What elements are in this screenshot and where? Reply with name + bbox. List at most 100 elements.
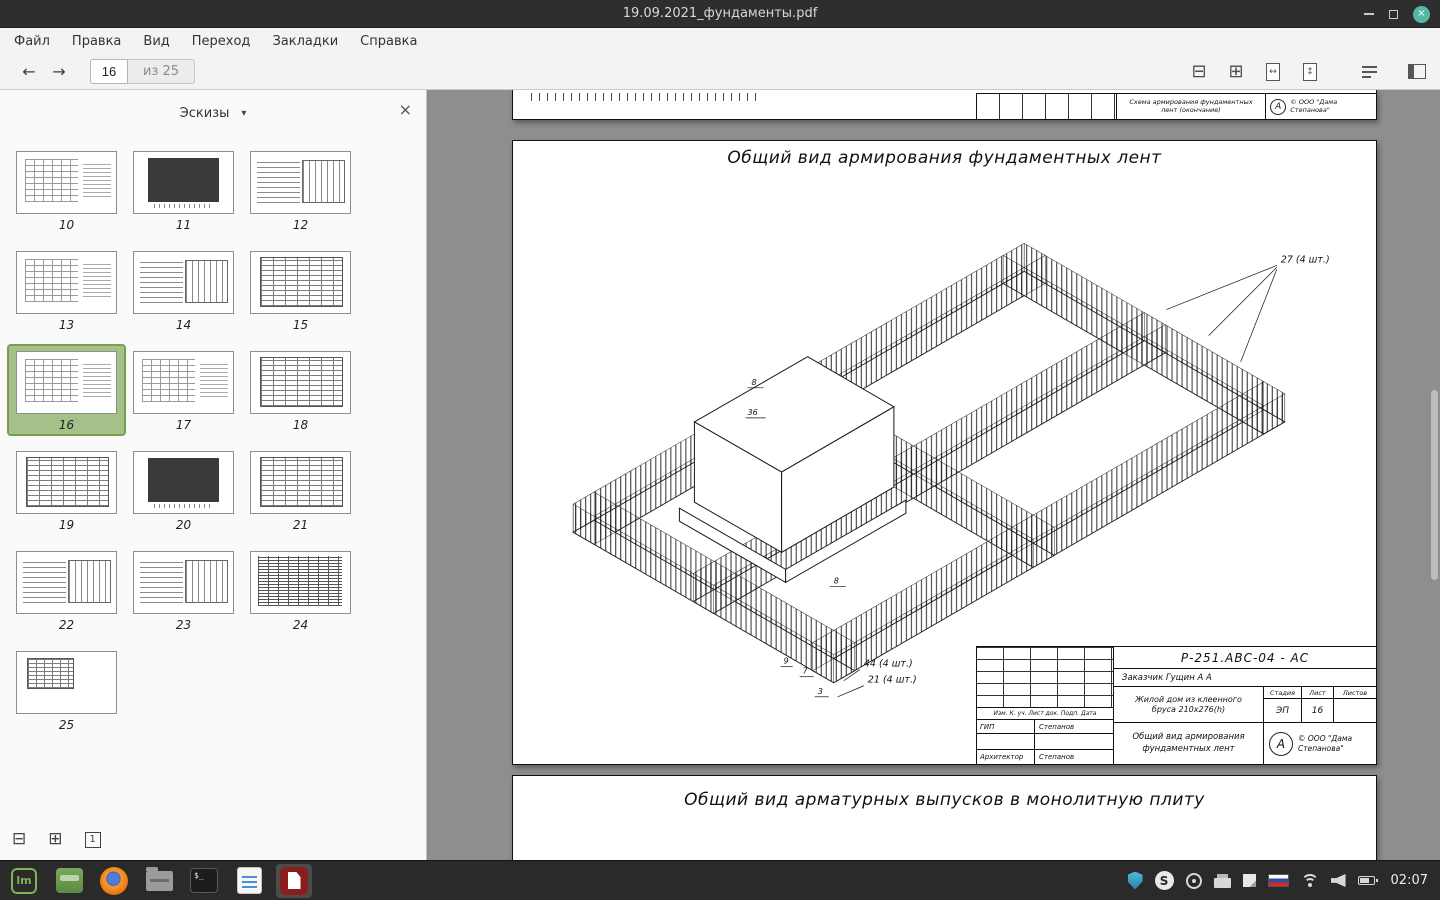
thumb-zoom-in-button[interactable]: ⊞ [48,831,62,848]
thumbnail-page-number: 14 [175,318,192,332]
text-editor-launcher[interactable] [231,864,267,898]
thumbnail-image[interactable] [250,351,351,414]
thumb-zoom-out-button[interactable]: ⊟ [12,831,26,848]
document-number: Р-251.АВС-04 - АС [1114,647,1376,669]
thumbnail-image[interactable] [16,251,117,314]
menu-view[interactable]: Вид [132,28,180,54]
wifi-icon[interactable] [1300,874,1319,887]
zoom-in-button[interactable]: ⊞ [1224,60,1248,84]
mark-7: 7 [803,667,809,676]
thumbnail-image[interactable] [250,251,351,314]
mint-menu-button[interactable]: lm [6,864,42,898]
thumbnail-item[interactable]: 24 [243,546,358,634]
thumbnail-page-number: 19 [58,518,75,532]
pdf-viewer-launcher[interactable] [276,863,312,898]
sidebar-mode-dropdown[interactable]: Эскизы ▾ [166,100,261,127]
thumbnail-image[interactable] [16,151,117,214]
files-launcher[interactable] [51,864,87,898]
terminal-launcher[interactable]: $_ [186,864,222,898]
thumbnail-item[interactable]: 25 [9,646,124,734]
window-titlebar[interactable]: 19.09.2021_фундаменты.pdf × [0,0,1440,28]
firefox-launcher[interactable] [96,864,132,898]
thumbnail-image[interactable] [133,451,234,514]
thumbnail-page-number: 24 [292,618,309,632]
thumbnail-item[interactable]: 17 [126,346,241,434]
thumbnail-image[interactable] [133,251,234,314]
fit-width-icon: ↔ [1266,62,1280,81]
back-button[interactable]: ← [14,59,44,85]
thumbnail-image[interactable] [250,151,351,214]
thumbnail-image[interactable] [16,451,117,514]
menu-bookmarks[interactable]: Закладки [261,28,349,54]
thumbnail-image[interactable] [133,351,234,414]
firefox-icon [100,866,128,895]
fit-width-button[interactable]: ↔ [1261,60,1285,84]
document-view[interactable]: Схема армирования фундаментных лент (око… [427,90,1440,860]
clock[interactable]: 02:07 [1391,873,1428,888]
thumbnail-page-number: 12 [292,218,309,232]
thumbnail-image[interactable] [16,651,117,714]
close-icon[interactable]: × [1413,5,1430,23]
stage-label: Стадия [1264,687,1302,698]
page-number-input[interactable] [90,59,128,84]
restore-icon[interactable] [1389,9,1398,19]
menu-file[interactable]: Файл [3,28,61,54]
sidebar-close-icon[interactable]: × [399,102,412,118]
fit-page-button[interactable]: ↕ [1298,60,1322,84]
window-title: 19.09.2021_фундаменты.pdf [622,6,818,21]
annotations-list-icon[interactable] [1362,65,1386,78]
zoom-out-button[interactable]: ⊟ [1187,60,1211,84]
thumbnail-image[interactable] [250,551,351,614]
sheets-label: Листов [1342,688,1368,697]
keyboard-layout-flag-icon[interactable] [1267,874,1289,887]
thumbnail-item[interactable]: 13 [9,246,124,334]
thumbnail-item[interactable]: 21 [243,446,358,534]
minimize-icon[interactable] [1364,13,1374,15]
architect-name: Степанов [1039,753,1075,762]
sidebar-header: Эскизы ▾ × [0,90,426,136]
mark-36: 36 [748,408,758,417]
firewall-shield-icon[interactable] [1127,871,1143,890]
thumbnail-item[interactable]: 19 [9,446,124,534]
thumbnail-item[interactable]: 15 [243,246,358,334]
thumbnail-item[interactable]: 18 [243,346,358,434]
menu-edit[interactable]: Правка [61,28,132,54]
thumbnail-image[interactable] [16,551,117,614]
pdf-viewer-icon [280,866,308,895]
volume-icon[interactable] [1330,874,1346,887]
thumbnail-item[interactable]: 14 [126,246,241,334]
vertical-scrollbar[interactable] [1430,90,1439,860]
skype-icon[interactable]: S [1154,871,1174,890]
forward-button[interactable]: → [44,59,74,85]
thumbnail-item[interactable]: 12 [243,146,358,234]
menu-bar: Файл Правка Вид Переход Закладки Справка [0,28,1440,54]
mark-3: 3 [818,687,823,696]
thumbnail-item[interactable]: 23 [126,546,241,634]
notes-icon[interactable] [1242,874,1256,887]
sidebar-footer: ⊟ ⊞ 1 [12,831,101,848]
scrollbar-thumb[interactable] [1431,390,1438,580]
page-16: Общий вид армирования фундаментных лент [512,140,1377,765]
chevron-down-icon: ▾ [241,107,247,119]
thumbnail-item[interactable]: 22 [9,546,124,634]
revision-columns-header: Изм. К. уч. Лист док. Подп. Дата [977,708,1113,721]
thumbnail-item[interactable]: 16 [7,344,126,436]
update-status-icon[interactable] [1185,872,1202,889]
thumbnail-image[interactable] [250,451,351,514]
thumbnail-item[interactable]: 20 [126,446,241,534]
thumb-actual-size-button[interactable]: 1 [84,831,101,848]
thumbnail-image[interactable] [133,551,234,614]
battery-icon[interactable] [1357,876,1378,885]
sidebar-toggle-icon[interactable] [1408,64,1426,79]
thumbnail-item[interactable]: 11 [126,146,241,234]
thumbnail-image[interactable] [133,151,234,214]
folder-launcher[interactable] [141,864,177,898]
menu-go[interactable]: Переход [181,28,262,54]
thumbnail-item[interactable]: 10 [9,146,124,234]
printer-icon[interactable] [1213,873,1231,888]
client-name: Заказчик Гущин А А [1114,669,1376,687]
text-editor-icon [236,867,262,894]
thumbnails-sidebar: Эскизы ▾ × 10 11 12 13 14 15 16 17 18 19… [0,90,427,860]
thumbnail-image[interactable] [16,351,117,414]
menu-help[interactable]: Справка [349,28,428,54]
